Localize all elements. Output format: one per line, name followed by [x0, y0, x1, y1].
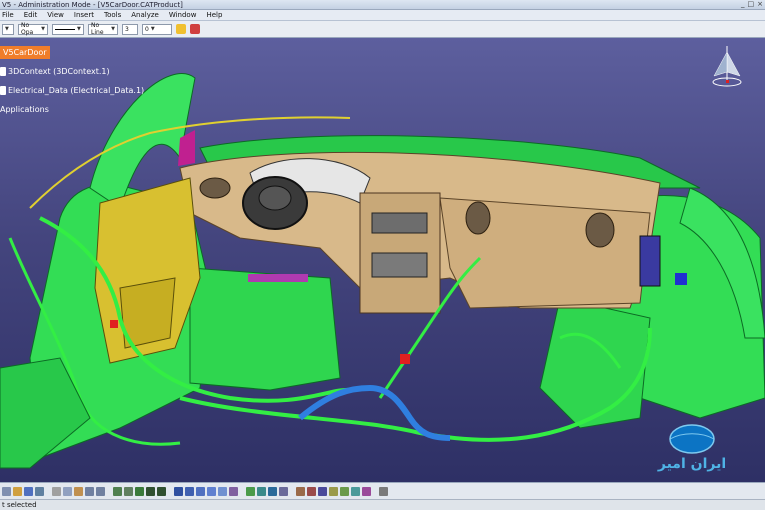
tree-item-label[interactable]: Applications	[0, 105, 49, 114]
save-icon[interactable]	[24, 486, 33, 496]
zoom-in-icon[interactable]	[146, 486, 155, 496]
menu-help[interactable]: Help	[206, 11, 222, 19]
radio-unit	[371, 212, 428, 234]
copy-icon[interactable]	[63, 486, 72, 496]
section-icon[interactable]	[318, 486, 327, 496]
pan-icon[interactable]	[124, 486, 133, 496]
steering-hub	[258, 185, 292, 211]
status-bar: t selected	[0, 499, 765, 510]
layer-value: 0	[145, 25, 149, 33]
zoom-out-icon[interactable]	[157, 486, 166, 496]
redo-icon[interactable]	[96, 486, 105, 496]
open-icon[interactable]	[13, 486, 22, 496]
walk-icon[interactable]	[279, 486, 288, 496]
center-right-vent	[465, 201, 491, 235]
product-icon	[0, 86, 6, 95]
status-text: t selected	[2, 501, 37, 509]
swap-visible-icon[interactable]	[229, 486, 238, 496]
weight-combo[interactable]: 3	[122, 23, 138, 35]
floor-panel-left	[189, 267, 341, 391]
menu-window[interactable]: Window	[169, 11, 197, 19]
menu-tools[interactable]: Tools	[104, 11, 121, 19]
bottom-toolbar	[0, 482, 765, 499]
line-combo[interactable]: No Line ▼	[88, 22, 118, 36]
color-combo[interactable]: ▼	[2, 23, 14, 35]
watermark-persian-text: ایران امیر	[657, 456, 727, 472]
chevron-down-icon: ▼	[77, 26, 81, 32]
line-style-sample	[55, 28, 75, 30]
watermark: ایران امیر	[647, 424, 737, 472]
new-icon[interactable]	[2, 486, 11, 496]
red-connector-door	[110, 320, 118, 328]
window-title: V5 - Administration Mode - [V5CarDoor.CA…	[2, 0, 183, 9]
iso-view-icon[interactable]	[196, 486, 205, 496]
product-icon	[0, 67, 6, 76]
maximize-button[interactable]: □	[748, 0, 755, 8]
rotate-icon[interactable]	[135, 486, 144, 496]
undo-icon[interactable]	[85, 486, 94, 496]
tree-item-label[interactable]: Electrical_Data (Electrical_Data.1)	[8, 86, 144, 95]
chevron-down-icon: ▼	[150, 26, 155, 32]
catalog-icon[interactable]	[329, 486, 338, 496]
menu-view[interactable]: View	[47, 11, 64, 19]
chevron-down-icon: ▼	[111, 26, 115, 32]
measure-icon[interactable]	[296, 486, 305, 496]
title-bar: V5 - Administration Mode - [V5CarDoor.CA…	[0, 0, 765, 10]
opacity-combo[interactable]: No Opa ▼	[18, 22, 48, 36]
tree-root[interactable]: V5CarDoor	[0, 43, 144, 62]
hide-show-icon[interactable]	[218, 486, 227, 496]
iranamir-logo	[669, 424, 715, 454]
tree-item-label[interactable]: 3DContext (3DContext.1)	[8, 67, 110, 76]
menu-insert[interactable]: Insert	[74, 11, 94, 19]
layer-combo[interactable]: 0 ▼	[142, 23, 172, 35]
render-style-icon[interactable]	[207, 486, 216, 496]
annotation-icon[interactable]	[340, 486, 349, 496]
look-at-icon[interactable]	[257, 486, 266, 496]
chevron-down-icon: ▼	[5, 26, 9, 32]
red-connector	[400, 354, 410, 364]
tree-item-electrical-data[interactable]: Electrical_Data (Electrical_Data.1)	[0, 81, 144, 100]
window-controls: _ □ ×	[741, 0, 763, 8]
magenta-duct	[248, 274, 308, 282]
clash-icon[interactable]	[307, 486, 316, 496]
properties-toolbar: ▼ No Opa ▼ ▼ No Line ▼ 3 0 ▼	[0, 21, 765, 38]
cut-icon[interactable]	[52, 486, 61, 496]
close-button[interactable]: ×	[757, 0, 763, 8]
snapshot-icon[interactable]	[351, 486, 360, 496]
tree-item-3dcontext[interactable]: 3DContext (3DContext.1)	[0, 62, 144, 81]
left-vent	[199, 177, 231, 199]
compass-icon[interactable]	[707, 44, 747, 92]
line-value: No Line	[91, 22, 104, 36]
select-icon[interactable]	[113, 486, 122, 496]
right-vent	[585, 212, 615, 248]
menu-edit[interactable]: Edit	[24, 11, 38, 19]
paste-icon[interactable]	[74, 486, 83, 496]
fly-mode-icon[interactable]	[246, 486, 255, 496]
climate-control	[371, 252, 428, 278]
paint-icon[interactable]	[176, 24, 186, 34]
menu-bar: File Edit View Insert Tools Analyze Wind…	[0, 10, 765, 21]
fit-all-icon[interactable]	[174, 486, 183, 496]
blue-connector	[675, 273, 687, 285]
normal-view-icon[interactable]	[185, 486, 194, 496]
3d-viewport[interactable]: V5CarDoor 3DContext (3DContext.1) Electr…	[0, 38, 765, 482]
print-icon[interactable]	[35, 486, 44, 496]
opacity-value: No Opa	[21, 22, 34, 36]
linetype-combo[interactable]: ▼	[52, 23, 84, 35]
turn-head-icon[interactable]	[268, 486, 277, 496]
properties-icon[interactable]	[190, 24, 200, 34]
options-icon[interactable]	[379, 486, 388, 496]
minimize-button[interactable]: _	[741, 0, 745, 8]
tree-root-label[interactable]: V5CarDoor	[0, 46, 50, 59]
floor-panel-right	[539, 297, 651, 429]
specification-tree: V5CarDoor 3DContext (3DContext.1) Electr…	[0, 43, 144, 119]
chevron-down-icon: ▼	[41, 26, 45, 32]
weight-value: 3	[125, 25, 129, 33]
tree-item-applications[interactable]: Applications	[0, 100, 144, 119]
right-module	[639, 235, 661, 287]
menu-analyze[interactable]: Analyze	[131, 11, 159, 19]
material-icon[interactable]	[362, 486, 371, 496]
menu-file[interactable]: File	[2, 11, 14, 19]
